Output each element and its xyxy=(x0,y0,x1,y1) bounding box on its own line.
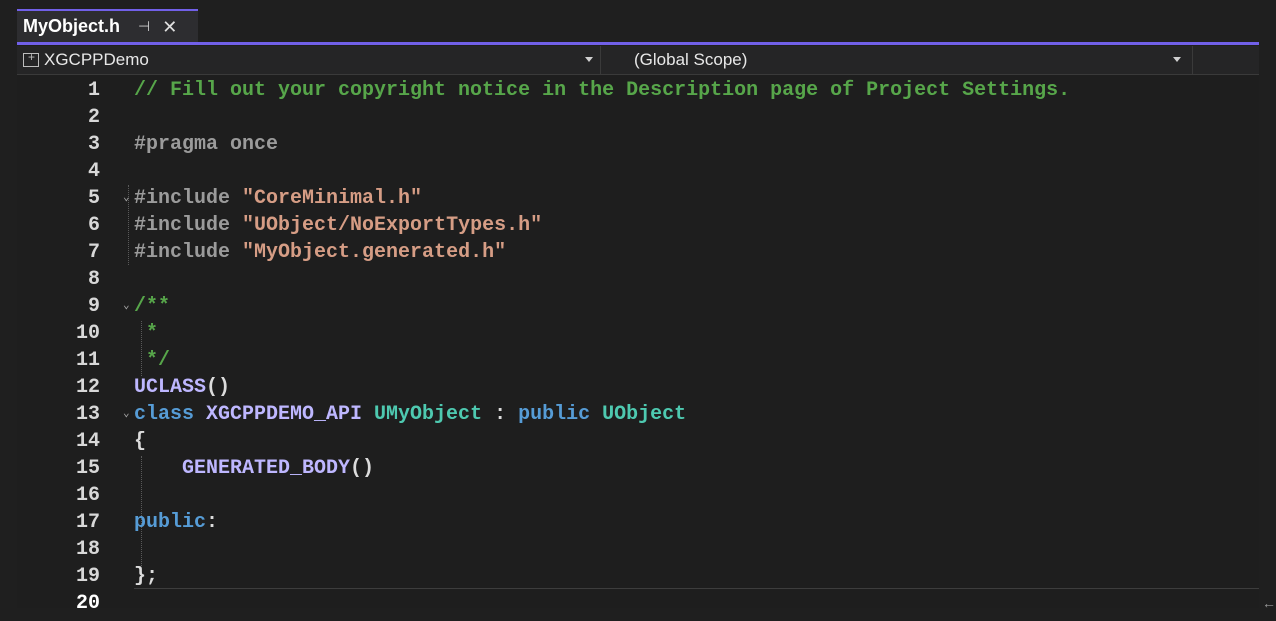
pin-icon[interactable]: ⊣ xyxy=(138,18,150,35)
code-token: #include xyxy=(134,241,243,264)
code-line[interactable]: 1 // Fill out your copyright notice in th… xyxy=(17,77,1259,104)
line-number: 11 xyxy=(75,349,100,372)
code-token: GENERATED_BODY xyxy=(134,457,351,480)
line-number: 8 xyxy=(87,268,100,291)
code-line[interactable]: 2 xyxy=(17,104,1259,131)
code-token: "CoreMinimal.h" xyxy=(242,187,423,210)
code-text: * xyxy=(134,320,158,347)
code-text: public: xyxy=(134,509,218,536)
code-token: /** xyxy=(134,295,171,318)
code-token: #include xyxy=(134,187,243,210)
line-number: 3 xyxy=(87,133,100,156)
code-line[interactable]: 11 */ xyxy=(17,347,1259,374)
code-token: () xyxy=(206,376,231,399)
project-icon xyxy=(23,50,39,67)
fold-chevron-icon[interactable]: ⌄ xyxy=(123,401,130,428)
tab-title: MyObject.h xyxy=(23,16,121,36)
code-text: */ xyxy=(134,347,170,374)
code-token: XGCPPDEMO_API xyxy=(206,403,375,426)
code-text: GENERATED_BODY() xyxy=(134,455,374,482)
close-icon[interactable]: ✕ xyxy=(162,18,177,36)
code-line[interactable]: 5 ⌄ #include "CoreMinimal.h" xyxy=(17,185,1259,212)
code-line[interactable]: 19}; xyxy=(17,563,1259,590)
code-token: * xyxy=(134,322,159,345)
code-text: { xyxy=(134,428,146,455)
project-name: XGCPPDemo xyxy=(44,50,149,69)
code-editor[interactable]: 1 // Fill out your copyright notice in th… xyxy=(17,75,1259,615)
line-number: 1 xyxy=(87,79,100,102)
line-number: 13 xyxy=(75,403,100,426)
code-text: }; xyxy=(134,563,158,590)
member-dropdown[interactable] xyxy=(1192,46,1260,74)
tab-myobject-h[interactable]: MyObject.h ⊣ ✕ xyxy=(17,9,198,42)
line-number: 19 xyxy=(75,565,100,588)
code-text: class XGCPPDEMO_API UMyObject : public U… xyxy=(134,401,686,428)
code-line[interactable]: 9 ⌄/** xyxy=(17,293,1259,320)
code-line[interactable]: 14 { xyxy=(17,428,1259,455)
scope-dropdown[interactable]: (Global Scope) xyxy=(617,46,1192,74)
chevron-down-icon xyxy=(1173,57,1181,62)
code-token: "MyObject.generated.h" xyxy=(242,241,507,264)
code-token: }; xyxy=(134,565,159,588)
tab-strip: MyObject.h ⊣ ✕ xyxy=(0,0,1276,46)
code-token: "UObject/NoExportTypes.h" xyxy=(242,214,543,237)
code-text: #pragma once xyxy=(134,131,278,158)
code-token: #pragma once xyxy=(134,133,279,156)
code-line[interactable]: 13 ⌄ class XGCPPDEMO_API UMyObject : publi… xyxy=(17,401,1259,428)
code-text: UCLASS() xyxy=(134,374,230,401)
line-number: 12 xyxy=(75,376,100,399)
code-line[interactable]: 4 xyxy=(17,158,1259,185)
code-token: public xyxy=(134,511,207,534)
code-text: #include "MyObject.generated.h" xyxy=(134,239,506,266)
tab-accent-line xyxy=(17,42,1259,45)
code-line[interactable]: 7 #include "MyObject.generated.h" xyxy=(17,239,1259,266)
project-dropdown[interactable]: XGCPPDemo xyxy=(17,46,601,74)
code-token: public xyxy=(518,403,603,426)
code-token: class xyxy=(134,403,207,426)
code-line[interactable]: 18 xyxy=(17,536,1259,563)
code-token: { xyxy=(134,430,147,453)
line-number: 6 xyxy=(87,214,100,237)
code-line[interactable]: 10 * xyxy=(17,320,1259,347)
line-number: 10 xyxy=(75,322,100,345)
navigation-bar: XGCPPDemo (Global Scope) xyxy=(17,46,1259,75)
code-token: () xyxy=(350,457,375,480)
bottom-bar xyxy=(0,608,1276,621)
line-number: 17 xyxy=(75,511,100,534)
line-number: 2 xyxy=(87,106,100,129)
code-token: : xyxy=(482,403,519,426)
fold-chevron-icon[interactable]: ⌄ xyxy=(123,185,130,212)
line-number: 14 xyxy=(75,430,100,453)
code-line[interactable]: 8 xyxy=(17,266,1259,293)
line-number: 5 xyxy=(87,187,100,210)
line-number: 4 xyxy=(87,160,100,183)
line-number: 16 xyxy=(75,484,100,507)
code-text: /** xyxy=(134,293,170,320)
code-token: */ xyxy=(134,349,171,372)
code-text: // Fill out your copyright notice in the… xyxy=(134,77,1070,104)
code-token: UMyObject xyxy=(374,403,483,426)
code-line[interactable]: 15 GENERATED_BODY() xyxy=(17,455,1259,482)
code-token: UCLASS xyxy=(134,376,207,399)
code-text: #include "UObject/NoExportTypes.h" xyxy=(134,212,542,239)
scope-name: (Global Scope) xyxy=(634,50,748,69)
code-line[interactable]: 16 xyxy=(17,482,1259,509)
code-token: #include xyxy=(134,214,243,237)
code-line[interactable]: 17 public: xyxy=(17,509,1259,536)
code-line[interactable]: 6 #include "UObject/NoExportTypes.h" xyxy=(17,212,1259,239)
fold-chevron-icon[interactable]: ⌄ xyxy=(123,293,130,320)
line-number: 9 xyxy=(87,295,100,318)
line-number: 18 xyxy=(75,538,100,561)
code-token: UObject xyxy=(602,403,687,426)
code-token: : xyxy=(206,511,219,534)
code-text: #include "CoreMinimal.h" xyxy=(134,185,422,212)
line-number: 7 xyxy=(87,241,100,264)
chevron-down-icon xyxy=(585,57,593,62)
code-line[interactable]: 12 UCLASS() xyxy=(17,374,1259,401)
code-token: // Fill out your copyright notice in the… xyxy=(134,79,1071,102)
code-line[interactable]: 3 #pragma once xyxy=(17,131,1259,158)
line-number: 15 xyxy=(75,457,100,480)
